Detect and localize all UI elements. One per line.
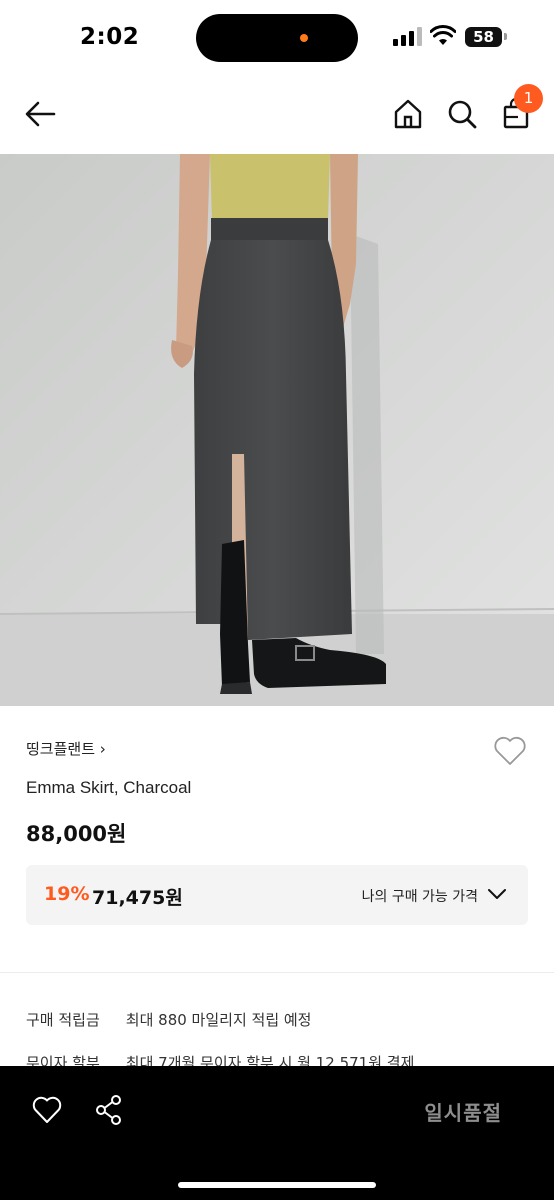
battery-level: 58 (465, 27, 502, 47)
original-price: 88,000원 (26, 822, 127, 846)
arrow-left-icon[interactable] (22, 96, 58, 132)
heart-outline-icon[interactable] (32, 1096, 62, 1124)
status-time: 2:02 (80, 24, 140, 50)
battery-tip (504, 33, 507, 40)
dynamic-island (196, 14, 358, 62)
cellular-signal-icon (393, 27, 422, 46)
home-indicator[interactable] (178, 1182, 376, 1188)
product-name: Emma Skirt, Charcoal (26, 778, 192, 797)
top-navigation: 1 (0, 76, 554, 154)
my-price-label: 나의 구매 가능 가격 (361, 889, 478, 905)
my-price-box[interactable]: 19% 71,475원 나의 구매 가능 가격 (26, 865, 528, 925)
heart-outline-icon[interactable] (493, 736, 527, 766)
section-divider (0, 972, 554, 973)
discount-rate: 19% (44, 883, 90, 905)
cart-count-badge[interactable]: 1 (514, 84, 543, 113)
discount-price: 71,475원 (92, 887, 183, 909)
chevron-down-icon[interactable] (486, 885, 508, 903)
privacy-indicator-dot (300, 34, 308, 42)
mileage-label: 구매 적립금 (26, 1011, 100, 1029)
mileage-value: 최대 880 마일리지 적립 예정 (125, 1011, 312, 1029)
status-bar: 2:02 58 (0, 0, 554, 76)
product-image[interactable] (0, 154, 554, 706)
share-icon[interactable] (94, 1094, 124, 1126)
product-photo (0, 154, 554, 706)
chevron-right-icon: › (99, 740, 106, 758)
brand-link[interactable]: 띵크플랜트 › (26, 738, 106, 759)
mileage-row: 구매 적립금 최대 880 마일리지 적립 예정 (26, 1009, 312, 1030)
search-icon[interactable] (444, 96, 480, 132)
bottom-action-bar: 일시품절 (0, 1066, 554, 1200)
brand-name: 띵크플랜트 (26, 740, 96, 758)
wifi-icon (430, 25, 456, 45)
sold-out-button[interactable]: 일시품절 (424, 1097, 502, 1126)
home-icon[interactable] (390, 96, 426, 132)
